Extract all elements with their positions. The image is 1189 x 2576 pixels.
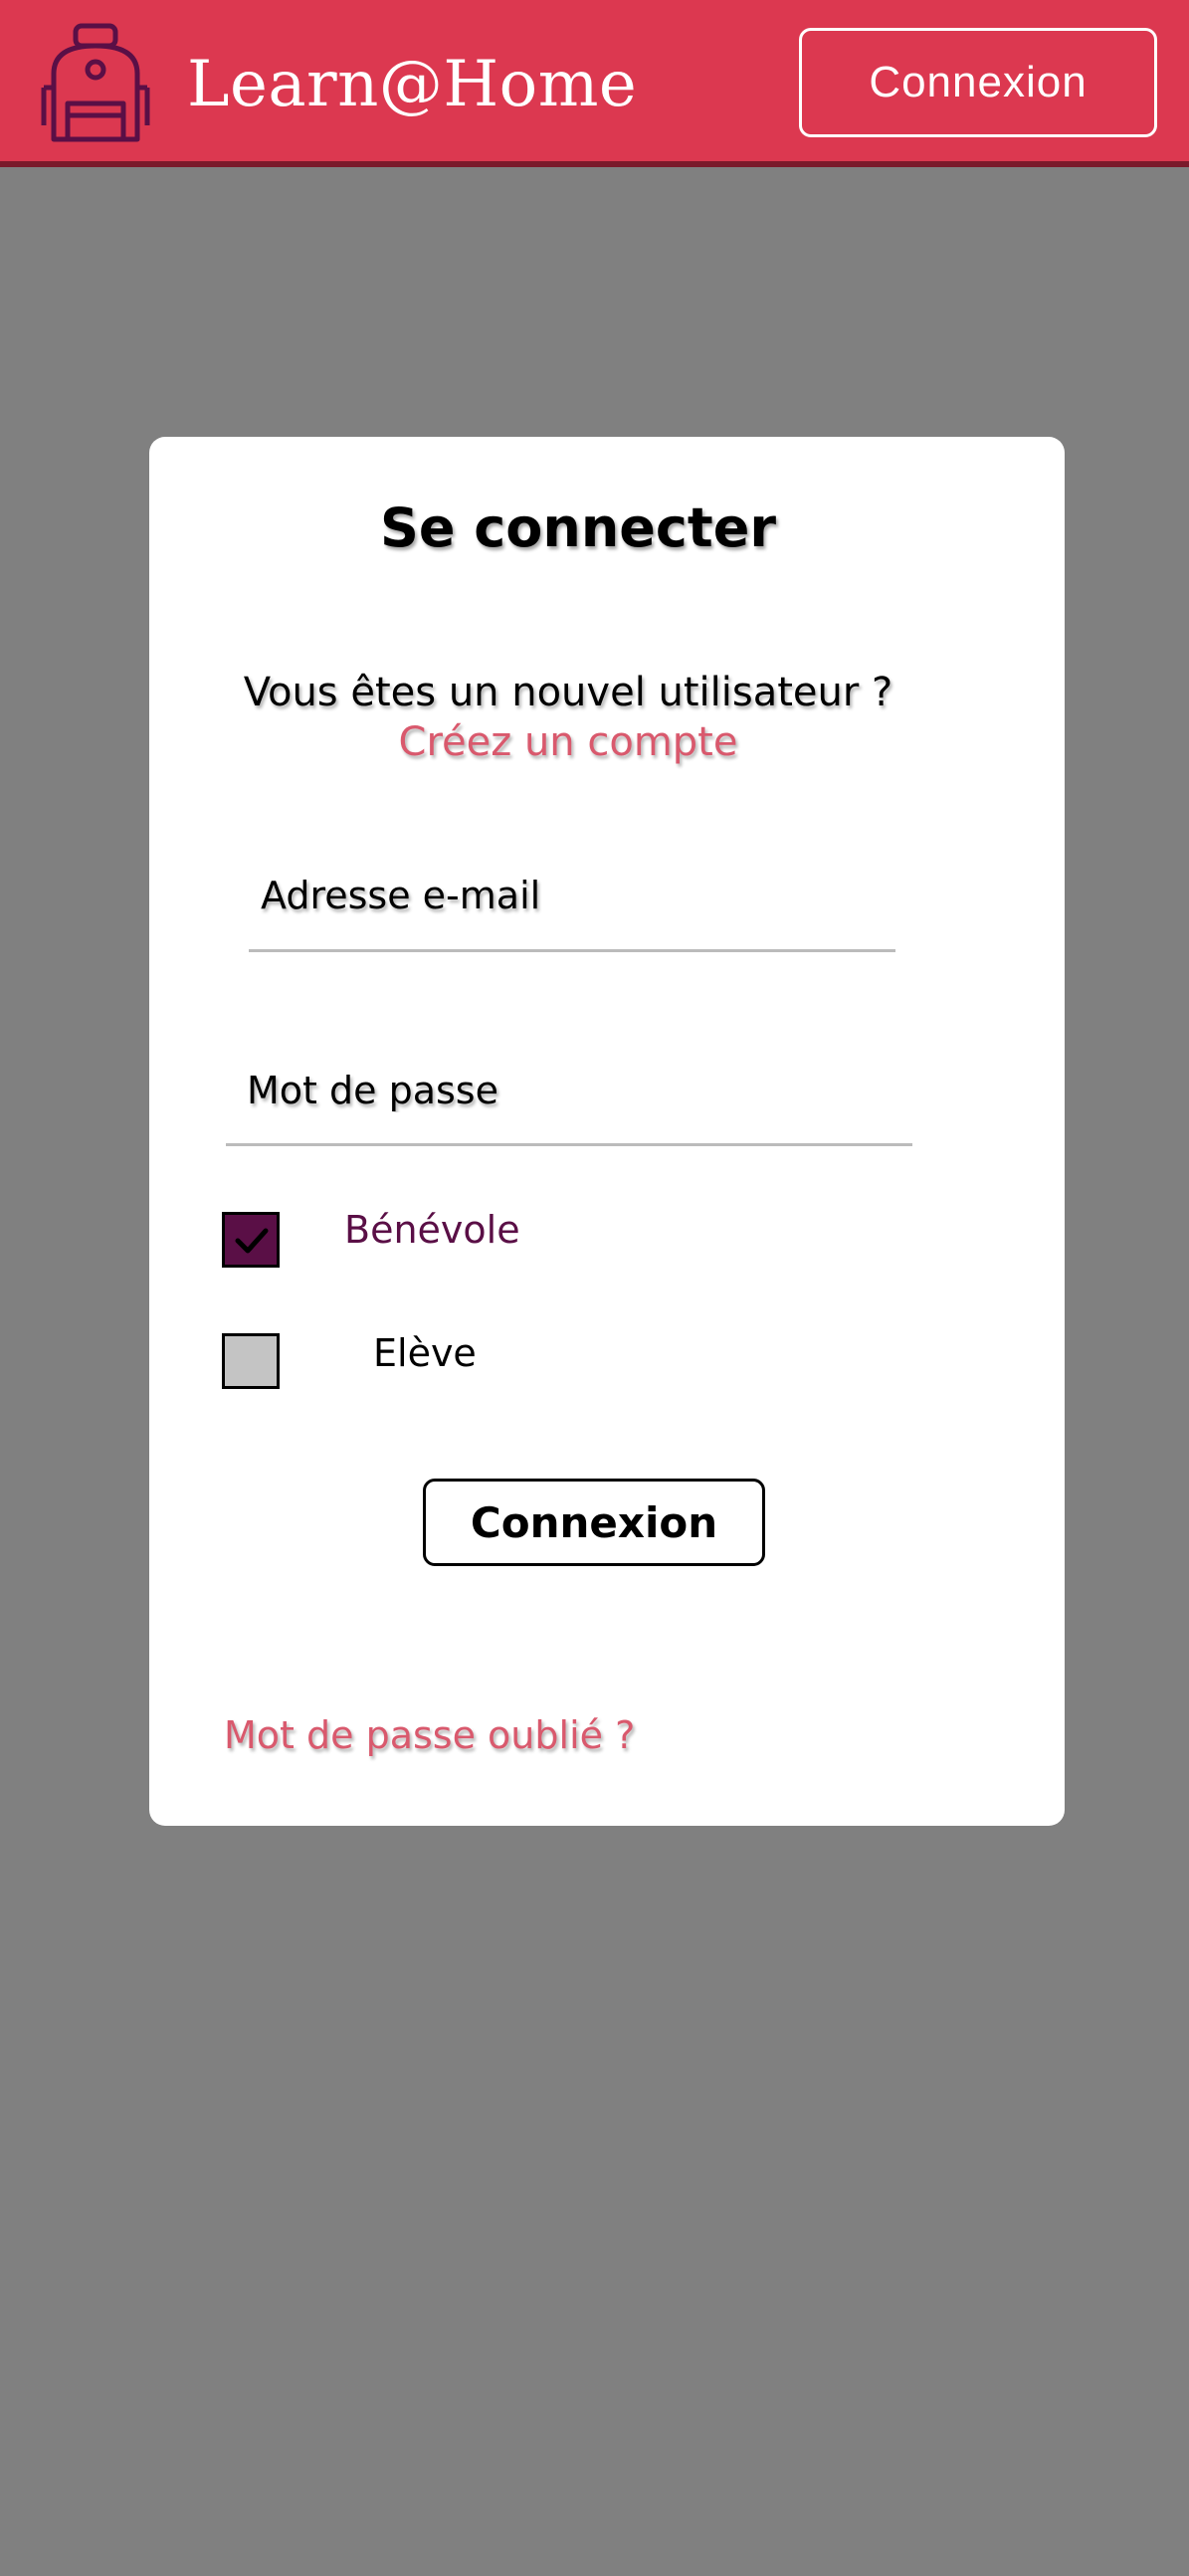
benevole-label[interactable]: Bénévole bbox=[344, 1205, 520, 1255]
eleve-label[interactable]: Elève bbox=[373, 1328, 477, 1378]
page-title: Se connecter bbox=[379, 496, 776, 559]
password-field-underline bbox=[226, 1143, 912, 1146]
forgot-password-link[interactable]: Mot de passe oublié ? bbox=[224, 1710, 635, 1760]
benevole-checkbox[interactable] bbox=[222, 1212, 280, 1268]
backpack-icon bbox=[41, 23, 150, 142]
app-header: Learn@Home Connexion bbox=[0, 0, 1189, 167]
email-field[interactable] bbox=[261, 863, 897, 928]
checkmark-icon bbox=[235, 1228, 269, 1254]
login-submit-button[interactable]: Connexion bbox=[423, 1479, 765, 1566]
login-card: Se connecter Vous êtes un nouvel utilisa… bbox=[149, 437, 1065, 1826]
brand-name: Learn@Home bbox=[187, 48, 638, 121]
header-login-button[interactable]: Connexion bbox=[799, 28, 1157, 137]
eleve-checkbox[interactable] bbox=[222, 1333, 280, 1389]
email-field-underline bbox=[249, 949, 895, 952]
password-field[interactable] bbox=[247, 1058, 884, 1123]
create-account-link[interactable]: Créez un compte bbox=[149, 717, 987, 767]
new-user-prompt: Vous êtes un nouvel utilisateur ? bbox=[243, 670, 893, 715]
